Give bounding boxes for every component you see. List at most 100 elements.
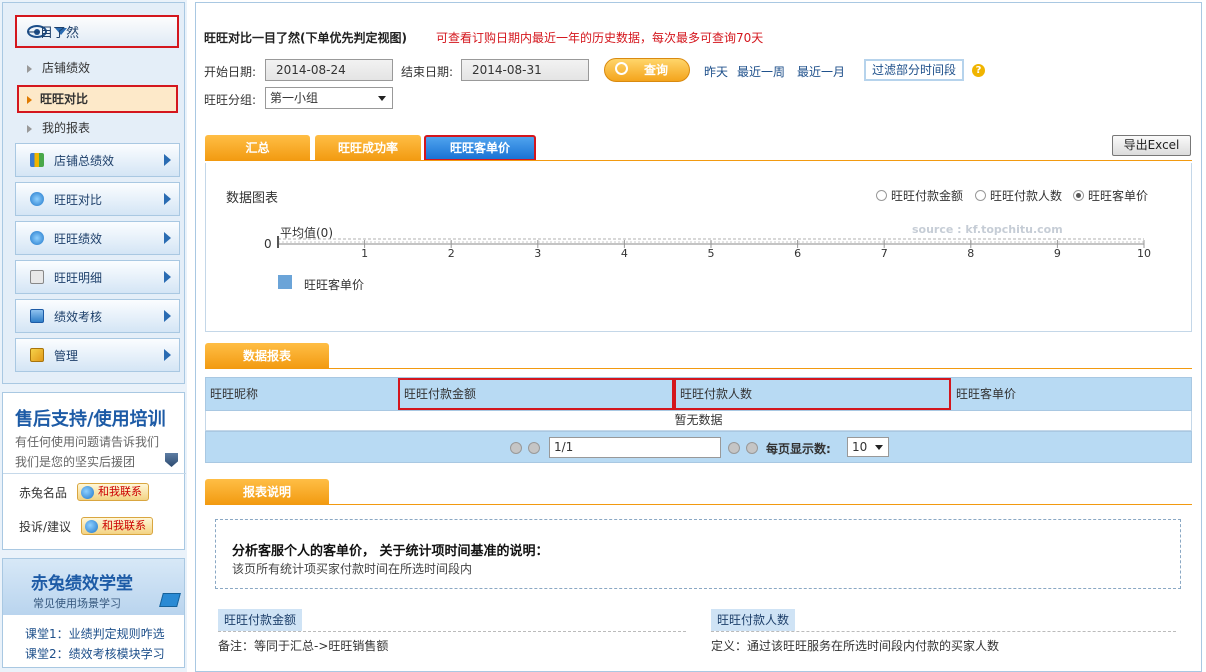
- page-title: 旺旺对比一目了然(下单优先判定视图): [204, 31, 407, 45]
- col-header-pay-amount[interactable]: 旺旺付款金额: [398, 378, 674, 410]
- chart-watermark: source : kf.topchitu.com: [912, 223, 1063, 236]
- sub-item-label: 旺旺对比: [40, 92, 89, 106]
- chevron-down-icon: [378, 96, 386, 101]
- definition-head-pay-count: 旺旺付款人数: [711, 609, 796, 631]
- search-icon: [615, 62, 628, 75]
- menu-shop-total-performance[interactable]: 店铺总绩效: [15, 143, 180, 177]
- school-panel: 赤兔绩效学堂 常见使用场景学习 课堂1：业绩判定规则咋选 课堂2：绩效考核模块学…: [2, 558, 185, 668]
- menu-label: 旺旺明细: [54, 270, 103, 285]
- per-page-select[interactable]: 10: [847, 437, 889, 457]
- group-select[interactable]: 第一小组: [265, 87, 393, 109]
- book-icon: [159, 593, 181, 607]
- end-date-input[interactable]: 2014-08-31: [461, 59, 589, 81]
- tab-summary[interactable]: 汇总: [205, 135, 310, 161]
- first-page-icon[interactable]: [510, 442, 522, 454]
- help-icon[interactable]: ?: [972, 64, 985, 77]
- sub-item-shop-performance[interactable]: 店铺绩效: [27, 59, 90, 77]
- menu-management[interactable]: 管理: [15, 338, 180, 372]
- pager: 1/1 每页显示数: 10: [205, 431, 1192, 463]
- description-box: 分析客服个人的客单价， 关于统计项时间基准的说明： 该页所有统计项买家付款时间在…: [215, 519, 1181, 589]
- menu-label: 店铺总绩效: [54, 153, 115, 168]
- nav-overview-header[interactable]: 一目了然: [15, 15, 179, 48]
- per-page-label: 每页显示数:: [766, 442, 831, 456]
- contact-button[interactable]: 和我联系: [77, 483, 150, 501]
- arrow-right-icon: [164, 310, 171, 322]
- menu-wangwang-performance[interactable]: 旺旺绩效: [15, 221, 180, 255]
- table-header: 旺旺昵称 旺旺付款金额 旺旺付款人数 旺旺客单价: [205, 377, 1192, 411]
- sidebar: 一目了然 店铺绩效 旺旺对比 我的报表 店铺总绩效 旺旺对比 旺旺绩效 旺旺明细: [0, 0, 187, 672]
- description-text: 该页所有统计项买家付款时间在所选时间段内: [232, 562, 473, 576]
- menu-wangwang-detail[interactable]: 旺旺明细: [15, 260, 180, 294]
- arrow-right-icon: [164, 154, 171, 166]
- report-tab: 数据报表: [205, 343, 329, 369]
- definition-head-pay-amount: 旺旺付款金额: [218, 609, 303, 631]
- triangle-right-icon: [27, 124, 32, 133]
- col-header-pay-count[interactable]: 旺旺付款人数: [674, 378, 951, 410]
- description-title: 分析客服个人的客单价， 关于统计项时间基准的说明：: [232, 544, 549, 559]
- quick-last-week-link[interactable]: 最近一周: [737, 63, 785, 80]
- support-row-chitu: 赤兔名品 和我联系: [19, 483, 150, 501]
- quick-last-month-link[interactable]: 最近一月: [797, 63, 845, 80]
- monitor-icon: [30, 309, 44, 323]
- menu-label: 绩效考核: [54, 309, 103, 324]
- definition-rule: [711, 631, 1176, 632]
- arrow-right-icon: [164, 349, 171, 361]
- support-row-label: 投诉/建议: [19, 519, 72, 534]
- description-tab: 报表说明: [205, 479, 329, 505]
- col-header-unit-price[interactable]: 旺旺客单价: [952, 378, 1192, 410]
- menu-wangwang-compare[interactable]: 旺旺对比: [15, 182, 180, 216]
- chart-box: 数据图表 旺旺付款金额 旺旺付款人数 旺旺客单价 source : kf.top…: [205, 163, 1192, 332]
- sub-item-my-reports[interactable]: 我的报表: [27, 119, 90, 137]
- x-tick-label: 2: [448, 247, 455, 260]
- arrow-right-icon: [164, 193, 171, 205]
- tab-unit-price[interactable]: 旺旺客单价: [424, 135, 536, 161]
- radio-pay-count[interactable]: 旺旺付款人数: [975, 187, 1062, 204]
- export-excel-button[interactable]: 导出Excel: [1112, 135, 1191, 156]
- description-tab-underline: [205, 504, 1192, 505]
- pencil-icon: [30, 348, 44, 362]
- x-tick-label: 9: [1054, 247, 1061, 260]
- query-button[interactable]: 查询: [604, 58, 690, 82]
- legend-label: 旺旺客单价: [304, 278, 365, 292]
- start-date-label: 开始日期:: [204, 65, 257, 79]
- last-page-icon[interactable]: [746, 442, 758, 454]
- page-number-input[interactable]: 1/1: [549, 437, 721, 458]
- wangwang-icon: [30, 231, 44, 245]
- tab-success-rate[interactable]: 旺旺成功率: [315, 135, 421, 161]
- col-header-nickname[interactable]: 旺旺昵称: [206, 378, 398, 410]
- menu-performance-review[interactable]: 绩效考核: [15, 299, 180, 333]
- radio-label: 旺旺客单价: [1088, 189, 1149, 203]
- start-date-input[interactable]: 2014-08-24: [265, 59, 393, 81]
- prev-page-icon[interactable]: [528, 442, 540, 454]
- support-row-complaint: 投诉/建议 和我联系: [19, 517, 154, 535]
- radio-unit-price[interactable]: 旺旺客单价: [1073, 187, 1148, 204]
- lesson-link-2[interactable]: 课堂2：绩效考核模块学习: [25, 645, 165, 662]
- average-label: 平均值(0): [280, 225, 333, 240]
- report-tab-underline: [205, 368, 1192, 369]
- arrow-right-icon: [164, 232, 171, 244]
- radio-label: 旺旺付款金额: [891, 189, 964, 203]
- page-note: 可查看订购日期内最近一年的历史数据，每次最多可查询70天: [436, 31, 764, 45]
- lesson-link-1[interactable]: 课堂1：业绩判定规则咋选: [25, 625, 165, 642]
- nav-overview-label: 一目了然: [27, 26, 80, 41]
- next-page-icon[interactable]: [728, 442, 740, 454]
- definition-rule: [218, 631, 686, 632]
- bar-chart-icon: [30, 153, 44, 167]
- quick-yesterday-link[interactable]: 昨天: [704, 63, 728, 80]
- table-empty-row: 暂无数据: [205, 411, 1192, 431]
- group-select-value: 第一小组: [270, 91, 319, 105]
- contact-button[interactable]: 和我联系: [81, 517, 154, 535]
- shield-icon: [165, 453, 178, 467]
- definition-text-pay-amount: 备注：等同于汇总->旺旺销售额: [218, 639, 389, 653]
- x-tick-label: 4: [621, 247, 628, 260]
- y-tick-label: 0: [264, 237, 272, 251]
- arrow-right-icon: [164, 271, 171, 283]
- filter-time-button[interactable]: 过滤部分时间段: [864, 59, 964, 81]
- school-subtitle: 常见使用场景学习: [33, 597, 121, 610]
- radio-pay-amount[interactable]: 旺旺付款金额: [876, 187, 963, 204]
- menu-label: 管理: [54, 348, 79, 363]
- definition-text-pay-count: 定义：通过该旺旺服务在所选时间段内付款的买家人数: [711, 639, 1000, 653]
- sub-item-wangwang-compare[interactable]: 旺旺对比: [17, 85, 178, 113]
- x-tick-label: 8: [967, 247, 974, 260]
- radio-dot: [876, 190, 887, 201]
